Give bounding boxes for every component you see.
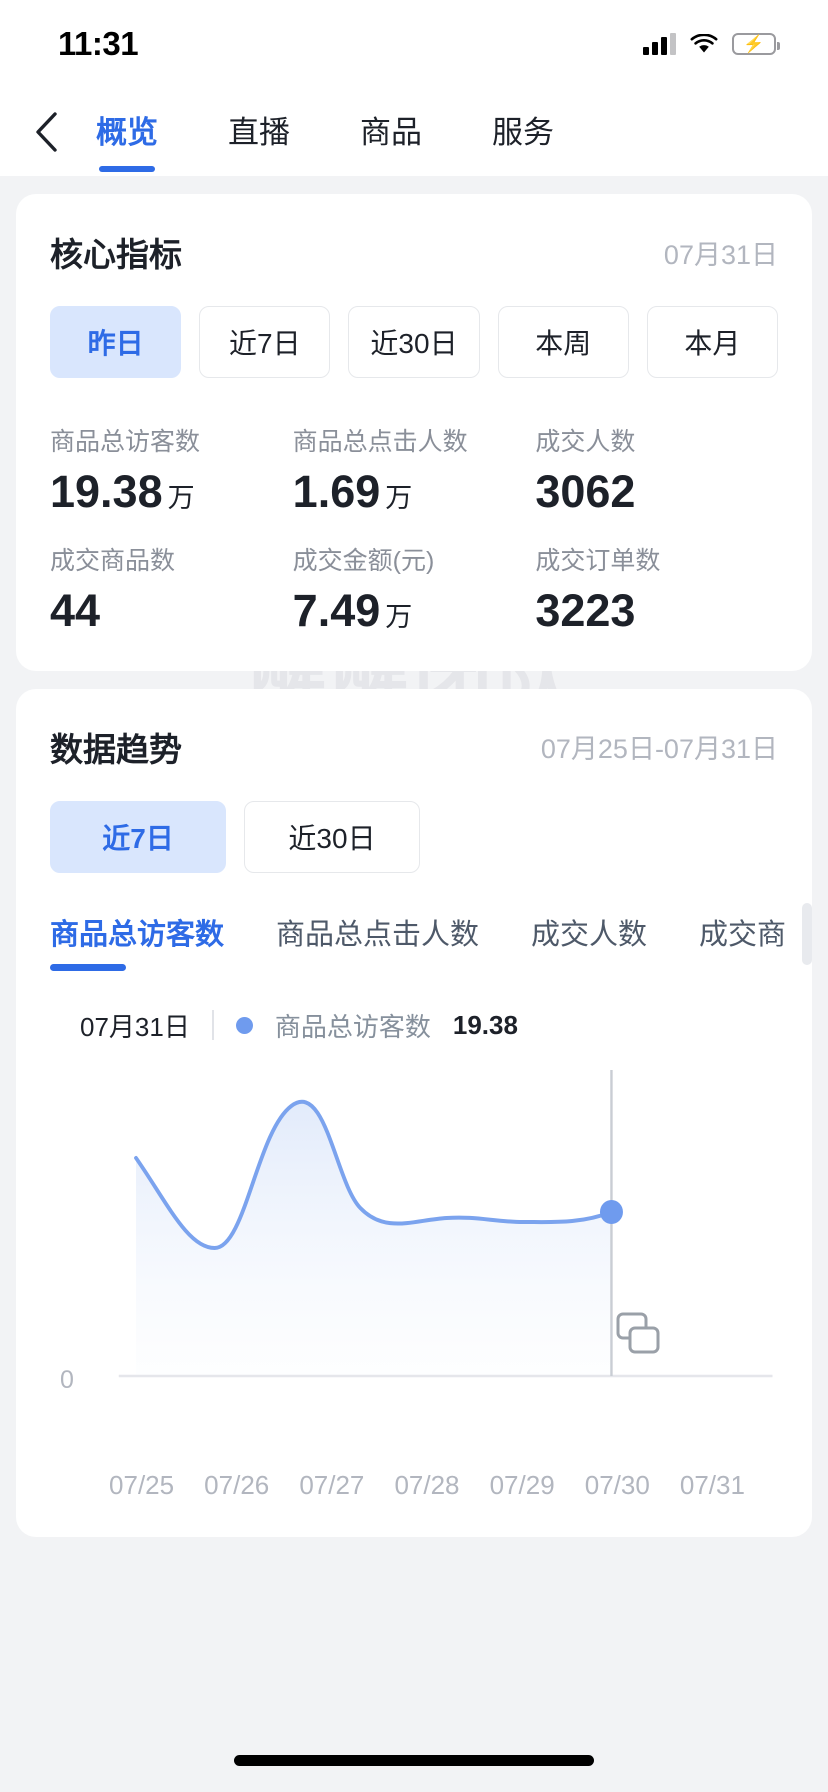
x-tick: 07/27 (299, 1469, 365, 1500)
x-tick: 07/29 (489, 1469, 555, 1500)
metric-gmv: 成交金额(元) 7.49 万 (293, 515, 536, 634)
core-metrics-title: 核心指标 (50, 236, 182, 273)
data-trend-title: 数据趋势 (50, 730, 182, 768)
chevron-left-icon (36, 112, 57, 152)
metric-unit: 万 (385, 602, 413, 633)
chart-y-tick-zero: 0 (60, 1365, 74, 1394)
tooltip-series-name: 商品总访客数 (274, 1011, 431, 1042)
metric-value: 44 (50, 585, 101, 637)
phone-screen: 11:31 ⚡ 概览 直播 商品 服务 醒醒团队 核心指标 07月31日 昨日 … (0, 0, 828, 1792)
tab-overview[interactable]: 概览 (96, 107, 158, 158)
chart-x-tick-labels: 07/25 07/26 07/27 07/28 07/29 07/30 07/3… (16, 1460, 812, 1501)
back-button[interactable] (10, 110, 82, 154)
metric-total-clicks: 商品总点击人数 1.69 万 (293, 396, 536, 515)
data-trend-card: 数据趋势 07月25日-07月31日 近7日 近30日 商品总访客数 商品总点击… (16, 688, 812, 1537)
tab-live[interactable]: 直播 (228, 107, 290, 158)
chart-canvas[interactable] (44, 1062, 784, 1422)
range-chip-last30days[interactable]: 近30日 (348, 306, 480, 378)
home-indicator (234, 1755, 594, 1766)
metric-tab-buyers[interactable]: 成交人数 (531, 911, 647, 973)
metric-label: 商品总访客数 (50, 428, 201, 456)
metric-total-visitors: 商品总访客数 19.38 万 (50, 396, 293, 515)
core-metrics-row-2: 成交商品数 44 成交金额(元) 7.49 万 成交订单数 3223 (50, 515, 778, 634)
metric-tab-total-visitors[interactable]: 商品总访客数 (50, 911, 224, 973)
metric-sold-items: 成交商品数 44 (50, 515, 293, 634)
trend-chip-last30days[interactable]: 近30日 (244, 800, 420, 873)
metric-tab-total-clicks[interactable]: 商品总点击人数 (276, 911, 479, 973)
range-chip-last7days[interactable]: 近7日 (199, 306, 331, 378)
metric-unit: 万 (167, 483, 195, 513)
x-tick: 07/28 (394, 1469, 460, 1500)
trend-chip-last7days[interactable]: 近7日 (50, 800, 226, 873)
expand-chart-icon[interactable] (610, 1306, 666, 1362)
metric-label: 成交商品数 (50, 547, 176, 576)
metric-value: 3062 (535, 466, 636, 517)
data-trend-header: 数据趋势 07月25日-07月31日 (16, 689, 812, 771)
metric-unit: 万 (385, 483, 413, 513)
x-tick: 07/30 (584, 1469, 650, 1500)
series-color-dot-icon (235, 1016, 253, 1034)
x-tick: 07/25 (109, 1469, 175, 1500)
metric-value: 3223 (535, 585, 636, 637)
metric-value: 7.49 万 (292, 585, 413, 637)
core-metrics-header: 核心指标 07月31日 (16, 194, 812, 276)
range-chip-this-month[interactable]: 本月 (646, 306, 779, 378)
tooltip-value: 19.38 (452, 1009, 518, 1040)
metric-label: 商品总点击人数 (292, 428, 468, 456)
chart-tooltip: 07月31日 商品总访客数 19.38 (16, 973, 812, 1044)
metric-label: 成交金额(元) (292, 547, 435, 576)
core-metrics-grid: 商品总访客数 19.38 万 商品总点击人数 1.69 万 成交人数 3062 成交… (16, 378, 812, 671)
data-trend-range-chips: 近7日 近30日 (16, 771, 812, 873)
x-tick: 07/31 (679, 1469, 745, 1500)
chart-highlight-point[interactable] (599, 1199, 623, 1224)
core-metrics-row-1: 商品总访客数 19.38 万 商品总点击人数 1.69 万 成交人数 3062 (50, 396, 778, 515)
wifi-icon (690, 32, 718, 55)
metric-orders: 成交订单数 3223 (535, 515, 778, 634)
tab-products[interactable]: 商品 (360, 107, 422, 158)
core-metrics-range-chips: 昨日 近7日 近30日 本周 本月 (16, 276, 812, 378)
range-chip-yesterday[interactable]: 昨日 (50, 306, 182, 378)
top-navigation-bar: 概览 直播 商品 服务 (0, 88, 828, 176)
metric-label: 成交人数 (535, 428, 636, 456)
chart-area-fill (136, 1101, 612, 1376)
status-indicators: ⚡ (643, 32, 780, 55)
core-metrics-date: 07月31日 (663, 239, 778, 270)
status-time: 11:31 (58, 25, 139, 62)
trend-chart[interactable]: 0 (16, 1044, 812, 1464)
cellular-signal-icon (643, 33, 676, 55)
data-trend-date-range: 07月25日-07月31日 (540, 734, 778, 764)
battery-charging-icon: ⚡ (732, 33, 780, 55)
metric-buyers: 成交人数 3062 (535, 396, 778, 515)
metric-value: 19.38 万 (50, 466, 195, 517)
tab-services[interactable]: 服务 (492, 107, 554, 158)
metric-value: 1.69 万 (292, 466, 413, 517)
metric-label: 成交订单数 (535, 547, 661, 576)
tooltip-separator (211, 1010, 214, 1040)
tooltip-date: 07月31日 (80, 1011, 190, 1042)
status-bar: 11:31 ⚡ (0, 0, 828, 88)
x-tick: 07/26 (204, 1469, 270, 1500)
metric-tab-sold-items[interactable]: 成交商 (699, 911, 786, 973)
core-metrics-card: 核心指标 07月31日 昨日 近7日 近30日 本周 本月 商品总访客数 19.… (16, 194, 812, 671)
range-chip-this-week[interactable]: 本周 (497, 306, 629, 378)
data-trend-metric-tabs[interactable]: 商品总访客数 商品总点击人数 成交人数 成交商 (16, 873, 812, 973)
card-bottom-spacer (16, 1501, 812, 1537)
top-tab-list: 概览 直播 商品 服务 (96, 107, 554, 158)
